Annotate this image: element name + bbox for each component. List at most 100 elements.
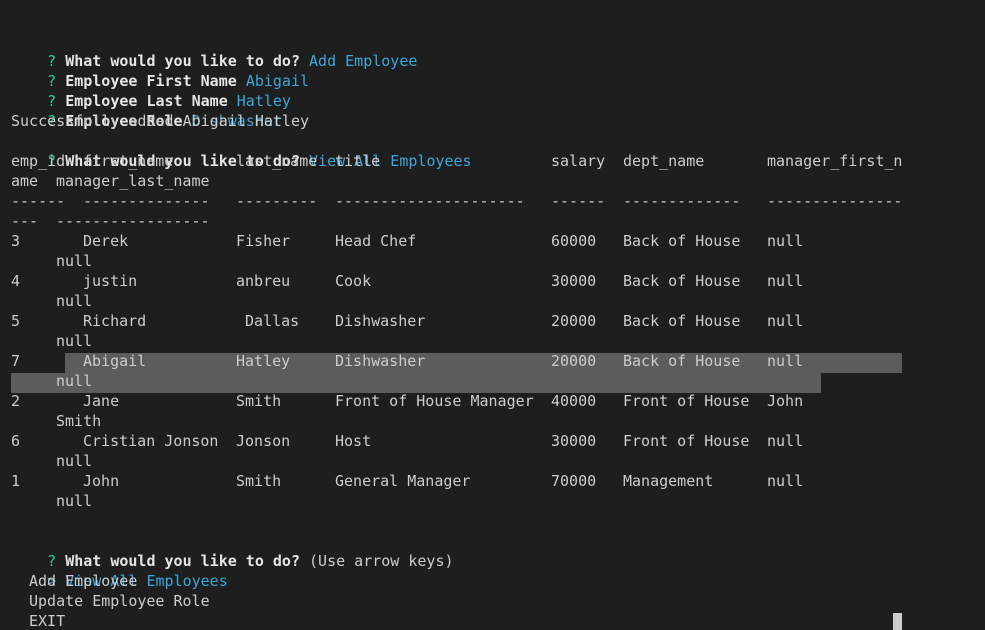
cell-manager-last: null (56, 332, 93, 350)
table-row-wrap: null (11, 331, 92, 351)
cell-first-name: Derek (83, 232, 129, 250)
cell-first-name: Richard (83, 312, 147, 330)
separator-dashes: -------------- (83, 192, 210, 210)
table-row-wrap: null (11, 371, 92, 391)
cell-emp-id: 6 (11, 432, 21, 450)
cell-manager-first: John (767, 392, 804, 410)
cell-manager-last: null (56, 292, 93, 310)
success-message: Successfully added Abigail Hatley (11, 112, 310, 130)
column-header: first_name (83, 152, 174, 170)
cell-first-name: justin (83, 272, 138, 290)
cell-first-name: Abigail (83, 352, 147, 370)
table-row-wrap: null (11, 451, 92, 471)
table-row-selected: 7 Abigail Hatley Dishwasher 20000 Back o… (11, 351, 803, 371)
prompt-answer: View All Employees (309, 152, 472, 170)
prompt-line: ? Employee First Name Abigail (11, 51, 309, 90)
cell-manager-first: null (767, 312, 804, 330)
cell-dept-name: Back of House (623, 352, 741, 370)
column-header: manager_last_name (56, 172, 210, 190)
cell-salary: 30000 (551, 432, 597, 450)
column-header: last_name (236, 152, 318, 170)
cell-emp-id: 4 (11, 272, 21, 290)
column-header: title (335, 152, 381, 170)
cell-manager-first: null (767, 472, 804, 490)
menu-option-exit[interactable]: EXIT (29, 611, 65, 630)
prompt-line: ? What would you like to do? Add Employe… (11, 31, 417, 70)
cell-salary: 60000 (551, 232, 597, 250)
separator-dashes: --- (11, 212, 39, 230)
cell-emp-id: 7 (11, 352, 21, 370)
cell-emp-id: 3 (11, 232, 21, 250)
cell-manager-first: null (767, 352, 804, 370)
cell-manager-last: null (56, 372, 93, 390)
cell-salary: 70000 (551, 472, 597, 490)
cell-last-name: Hatley (236, 352, 291, 370)
table-separator: ------ -------------- --------- --------… (11, 191, 902, 211)
cell-salary: 20000 (551, 312, 597, 330)
menu-option-view-all-employees[interactable]: > View All Employees (11, 551, 228, 590)
cell-manager-last: null (56, 252, 93, 270)
separator-dashes: ----------------- (56, 212, 210, 230)
column-header: dept_name (623, 152, 705, 170)
prompt-line: ? Employee Last Name Hatley (11, 71, 291, 110)
cell-title: Host (335, 432, 372, 450)
cell-manager-last: null (56, 492, 93, 510)
prompt-hint: (Use arrow keys) (309, 552, 454, 570)
table-row: 3 Derek Fisher Head Chef 60000 Back of H… (11, 231, 803, 251)
cell-salary: 40000 (551, 392, 597, 410)
text-cursor (893, 613, 902, 630)
cell-emp-id: 5 (11, 312, 21, 330)
separator-dashes: --------------- (767, 192, 903, 210)
cell-manager-first: null (767, 232, 804, 250)
prompt-answer: Add Employee (309, 52, 418, 70)
selection-highlight (11, 373, 821, 393)
cell-title: General Manager (335, 472, 471, 490)
column-header: ame (11, 172, 39, 190)
prompt-line: ? Employee Role Dishwasher (11, 91, 282, 130)
cell-last-name: Fisher (236, 232, 291, 250)
cell-title: Dishwasher (335, 352, 426, 370)
cell-title: Cook (335, 272, 372, 290)
cell-last-name: Dallas (236, 312, 300, 330)
cell-manager-first: null (767, 272, 804, 290)
table-row-wrap: null (11, 251, 92, 271)
cell-dept-name: Management (623, 472, 714, 490)
prompt-line: ? What would you like to do? View All Em… (11, 131, 471, 170)
menu-option-add-employee[interactable]: Add Employee (29, 571, 137, 591)
cell-manager-last: Smith (56, 412, 102, 430)
cell-first-name: Cristian Jonson (83, 432, 219, 450)
cell-title: Head Chef (335, 232, 417, 250)
table-row: 2 Jane Smith Front of House Manager 4000… (11, 391, 803, 411)
table-row: 1 John Smith General Manager 70000 Manag… (11, 471, 803, 491)
cell-manager-last: null (56, 452, 93, 470)
table-separator-wrap: --- ----------------- (11, 211, 210, 231)
separator-dashes: ------------- (623, 192, 741, 210)
table-header: emp_id first_name last_name title salary… (11, 151, 902, 171)
separator-dashes: ------ (551, 192, 606, 210)
table-header-wrap: ame manager_last_name (11, 171, 210, 191)
cell-salary: 20000 (551, 352, 597, 370)
table-row: 5 Richard Dallas Dishwasher 20000 Back o… (11, 311, 803, 331)
cell-manager-first: null (767, 432, 804, 450)
cell-dept-name: Back of House (623, 232, 741, 250)
separator-dashes: --------- (236, 192, 318, 210)
table-row-wrap: null (11, 491, 92, 511)
cell-dept-name: Back of House (623, 272, 741, 290)
cell-first-name: Jane (83, 392, 120, 410)
cell-last-name: Smith (236, 392, 282, 410)
table-row-wrap: null (11, 291, 92, 311)
terminal-output[interactable]: ? What would you like to do? Add Employe… (0, 0, 985, 630)
separator-dashes: --------------------- (335, 192, 525, 210)
cell-last-name: Smith (236, 472, 282, 490)
cell-first-name: John (83, 472, 120, 490)
separator-dashes: ------ (11, 192, 66, 210)
column-header: emp_id (11, 152, 66, 170)
cell-dept-name: Front of House (623, 432, 750, 450)
cell-salary: 30000 (551, 272, 597, 290)
menu-option-update-employee-role[interactable]: Update Employee Role (29, 591, 210, 611)
menu-prompt: ? What would you like to do? (Use arrow … (11, 531, 453, 570)
cell-title: Front of House Manager (335, 392, 534, 410)
cell-last-name: Jonson (236, 432, 291, 450)
cell-title: Dishwasher (335, 312, 426, 330)
column-header: manager_first_n (767, 152, 903, 170)
